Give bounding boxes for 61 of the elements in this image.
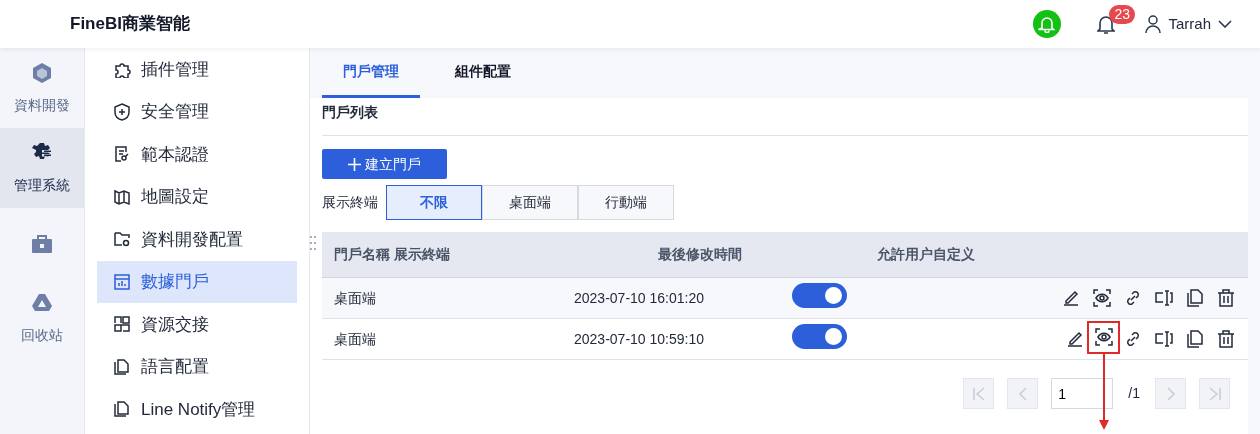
rename-icon[interactable] bbox=[1153, 288, 1174, 308]
menu-item[interactable]: 數據門戶 bbox=[97, 260, 297, 303]
toggle-switch[interactable] bbox=[791, 282, 847, 308]
copy-icon bbox=[113, 400, 131, 419]
menu-item[interactable]: 資料開發配置 bbox=[97, 218, 297, 261]
table-cell-text: 2023-07-10 10:59:10 bbox=[574, 329, 705, 349]
user-icon bbox=[1145, 15, 1162, 33]
filter-option[interactable]: 行動端 bbox=[578, 185, 674, 220]
menu-item[interactable]: 安全管理 bbox=[97, 90, 297, 133]
page-total: /1 bbox=[1128, 384, 1140, 403]
first-page-icon bbox=[970, 385, 987, 402]
folder-icon bbox=[113, 230, 131, 249]
copy-icon[interactable] bbox=[1184, 288, 1205, 308]
chevron-down-icon[interactable] bbox=[1218, 20, 1232, 28]
puzzle-icon bbox=[113, 60, 131, 79]
page-input[interactable]: 1 bbox=[1051, 378, 1114, 409]
toggle-switch[interactable] bbox=[791, 323, 847, 349]
chevron-right-icon bbox=[1165, 385, 1176, 402]
rename-icon[interactable] bbox=[1153, 329, 1174, 349]
notification-count: 23 bbox=[1109, 5, 1136, 25]
copy-icon[interactable] bbox=[1184, 329, 1205, 349]
eye-icon[interactable] bbox=[1093, 327, 1114, 347]
column-header: 允許用户自定义 bbox=[876, 245, 976, 264]
menu-item[interactable]: 語言配置 bbox=[97, 345, 297, 388]
chart-icon bbox=[113, 272, 131, 291]
trash-icon[interactable] bbox=[1215, 288, 1236, 308]
create-portal-button[interactable]: 建立門戶 bbox=[322, 149, 447, 179]
shield-icon bbox=[113, 102, 131, 121]
menu-item[interactable]: 範本認證 bbox=[97, 133, 297, 176]
toolbox-icon bbox=[30, 232, 54, 256]
resize-handle-icon[interactable] bbox=[309, 235, 317, 251]
rail-item[interactable]: 資料開發 bbox=[0, 48, 84, 128]
filter-option[interactable]: 桌面端 bbox=[482, 185, 578, 220]
table-cell-text: 桌面端 bbox=[333, 329, 377, 349]
trash-icon[interactable] bbox=[1215, 329, 1236, 349]
map-icon bbox=[113, 187, 131, 206]
table-cell-text: 桌面端 bbox=[333, 288, 377, 308]
bell-icon[interactable] bbox=[1097, 14, 1116, 35]
eye-icon[interactable] bbox=[1091, 288, 1112, 308]
chevron-left-icon bbox=[1017, 385, 1028, 402]
column-header: 最後修改時間 bbox=[657, 245, 743, 264]
rail-item[interactable]: 管理系統 bbox=[0, 128, 84, 208]
filter-option[interactable]: 不限 bbox=[386, 185, 482, 220]
section-title: 門戶列表 bbox=[322, 98, 1248, 136]
rail-item[interactable]: 回收站 bbox=[0, 278, 84, 358]
app-title: FineBI商業智能 bbox=[70, 13, 190, 36]
menu-item[interactable]: 插件管理 bbox=[97, 48, 297, 91]
blocks-icon bbox=[113, 315, 131, 334]
menu-item[interactable]: 資源交接 bbox=[97, 303, 297, 346]
menu-item[interactable]: 地圖設定 bbox=[97, 175, 297, 218]
column-header: 展示終端 bbox=[394, 245, 451, 264]
user-name[interactable]: Tarrah bbox=[1168, 12, 1211, 36]
plus-icon bbox=[348, 157, 362, 171]
table-cell-text: 2023-07-10 16:01:20 bbox=[574, 288, 705, 308]
certificate-icon bbox=[113, 145, 131, 164]
cube-icon bbox=[30, 60, 54, 85]
tab[interactable]: 組件配置 bbox=[434, 48, 532, 98]
filter-label: 展示終端 bbox=[322, 193, 378, 212]
column-header: 門戶名稱 bbox=[333, 245, 391, 264]
menu-item[interactable]: Line Notify管理 bbox=[97, 388, 297, 431]
copy-icon bbox=[113, 357, 131, 376]
